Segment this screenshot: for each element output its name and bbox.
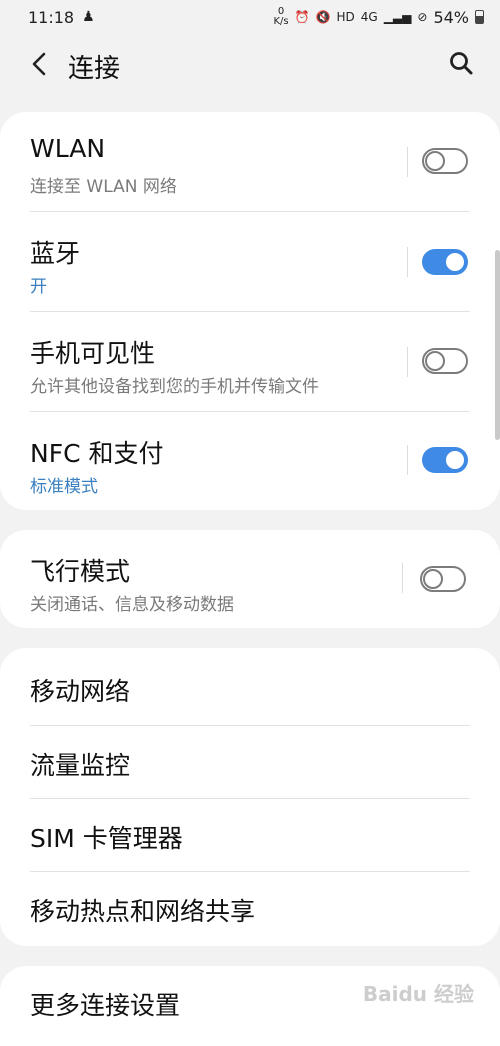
hotspot-tethering-row[interactable]: 移动热点和网络共享 [0, 872, 500, 946]
mobile-network-label: 移动网络 [30, 677, 131, 706]
signal-icon: ▁▃▅ [383, 10, 412, 24]
divider-vertical [407, 445, 408, 475]
connectivity-card: WLAN 连接至 WLAN 网络 蓝牙 开 手机可见性 允许其他设备找到您的手机… [0, 112, 500, 510]
notification-icon: ♟ [82, 9, 95, 25]
wlan-row[interactable]: WLAN 连接至 WLAN 网络 [0, 112, 500, 212]
alarm-icon: ⏰ [294, 10, 310, 24]
watermark-logo: Baidu 经验 [362, 982, 474, 1006]
divider-vertical [407, 347, 408, 377]
phone-visibility-label: 手机可见性 [30, 339, 156, 368]
toggle-knob [423, 569, 443, 589]
sim-manager-label: SIM 卡管理器 [30, 824, 183, 853]
blocked-icon: ⊘ [417, 10, 428, 24]
status-bar: 11:18 ♟ 0 K/s ⏰ 🔇 HD 4G ▁▃▅ ⊘ 54% [0, 0, 500, 34]
battery-percent: 54% [433, 7, 469, 27]
bluetooth-status: 开 [30, 277, 47, 297]
back-arrow-icon[interactable] [28, 50, 52, 78]
nfc-toggle[interactable] [422, 447, 468, 473]
phone-visibility-toggle[interactable] [422, 348, 468, 374]
phone-visibility-subtitle: 允许其他设备找到您的手机并传输文件 [30, 377, 319, 397]
airplane-mode-label: 飞行模式 [30, 557, 131, 586]
airplane-mode-row[interactable]: 飞行模式 关闭通话、信息及移动数据 [0, 530, 500, 628]
airplane-mode-toggle[interactable] [420, 566, 466, 592]
wlan-subtitle: 连接至 WLAN 网络 [30, 177, 177, 197]
page-title: 连接 [68, 54, 121, 84]
net-speed-indicator: 0 K/s [273, 7, 288, 27]
search-icon[interactable] [448, 50, 474, 76]
nfc-label: NFC 和支付 [30, 439, 164, 468]
bluetooth-row[interactable]: 蓝牙 开 [0, 212, 500, 312]
data-usage-row[interactable]: 流量监控 [0, 726, 500, 799]
scrollbar[interactable] [495, 250, 500, 440]
battery-icon [475, 10, 484, 24]
top-app-bar: 连接 [0, 38, 500, 94]
bluetooth-label: 蓝牙 [30, 239, 81, 268]
hd-label: HD [336, 10, 355, 24]
divider-vertical [402, 563, 403, 593]
toggle-knob [444, 251, 466, 273]
divider-vertical [407, 147, 408, 177]
network-card: 移动网络 流量监控 SIM 卡管理器 移动热点和网络共享 [0, 648, 500, 946]
hotspot-tethering-label: 移动热点和网络共享 [30, 897, 256, 926]
data-usage-label: 流量监控 [30, 751, 131, 780]
toggle-knob [425, 351, 445, 371]
mobile-network-row[interactable]: 移动网络 [0, 648, 500, 726]
bluetooth-toggle[interactable] [422, 249, 468, 275]
nfc-row[interactable]: NFC 和支付 标准模式 [0, 412, 500, 510]
wlan-label: WLAN [30, 134, 106, 163]
net-speed-unit: K/s [273, 16, 289, 27]
more-connection-settings-label: 更多连接设置 [30, 991, 181, 1020]
status-time: 11:18 [28, 7, 75, 27]
phone-visibility-row[interactable]: 手机可见性 允许其他设备找到您的手机并传输文件 [0, 312, 500, 412]
nfc-mode: 标准模式 [30, 477, 98, 497]
airplane-card: 飞行模式 关闭通话、信息及移动数据 [0, 530, 500, 628]
mute-icon: 🔇 [315, 10, 331, 24]
sim-manager-row[interactable]: SIM 卡管理器 [0, 799, 500, 872]
wlan-toggle[interactable] [422, 148, 468, 174]
toggle-knob [444, 449, 466, 471]
toggle-knob [425, 151, 445, 171]
divider-vertical [407, 247, 408, 277]
airplane-mode-subtitle: 关闭通话、信息及移动数据 [30, 595, 234, 615]
network-type-label: 4G [360, 10, 378, 24]
